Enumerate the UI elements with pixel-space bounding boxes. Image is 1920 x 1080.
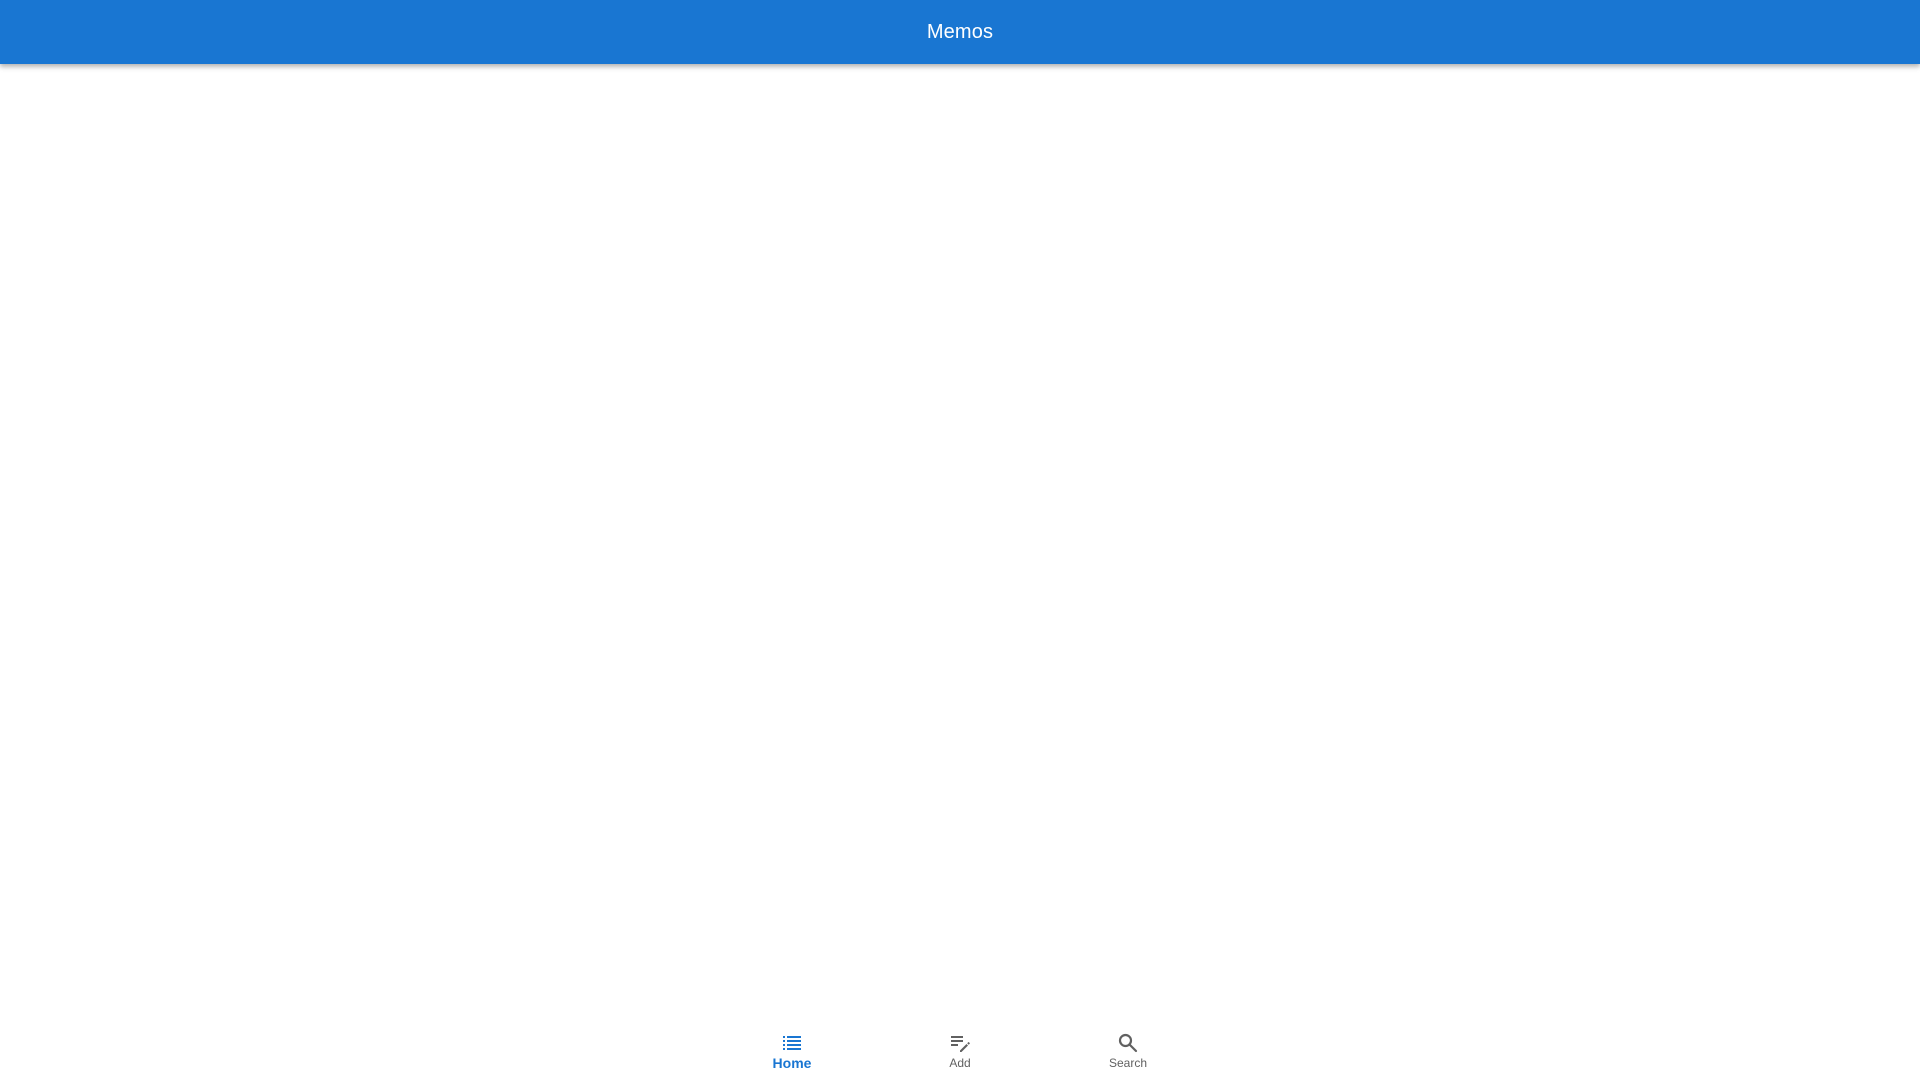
nav-search-button[interactable]: Search: [1044, 1020, 1212, 1080]
app-window: Memos Home Add Search: [0, 0, 1920, 1080]
nav-search-label: Search: [1108, 1056, 1148, 1070]
page-title: Memos: [926, 20, 994, 43]
list-icon: [780, 1031, 804, 1055]
memo-list-area: [0, 64, 1920, 1020]
search-icon: [1116, 1031, 1140, 1055]
nav-add-button[interactable]: Add: [876, 1020, 1044, 1080]
bottom-navigation: Home Add Search: [0, 1020, 1920, 1080]
nav-add-label: Add: [949, 1056, 971, 1070]
nav-home-button[interactable]: Home: [708, 1020, 876, 1080]
nav-home-label: Home: [772, 1055, 812, 1071]
app-bar: Memos: [0, 0, 1920, 64]
edit-note-icon: [948, 1031, 972, 1055]
